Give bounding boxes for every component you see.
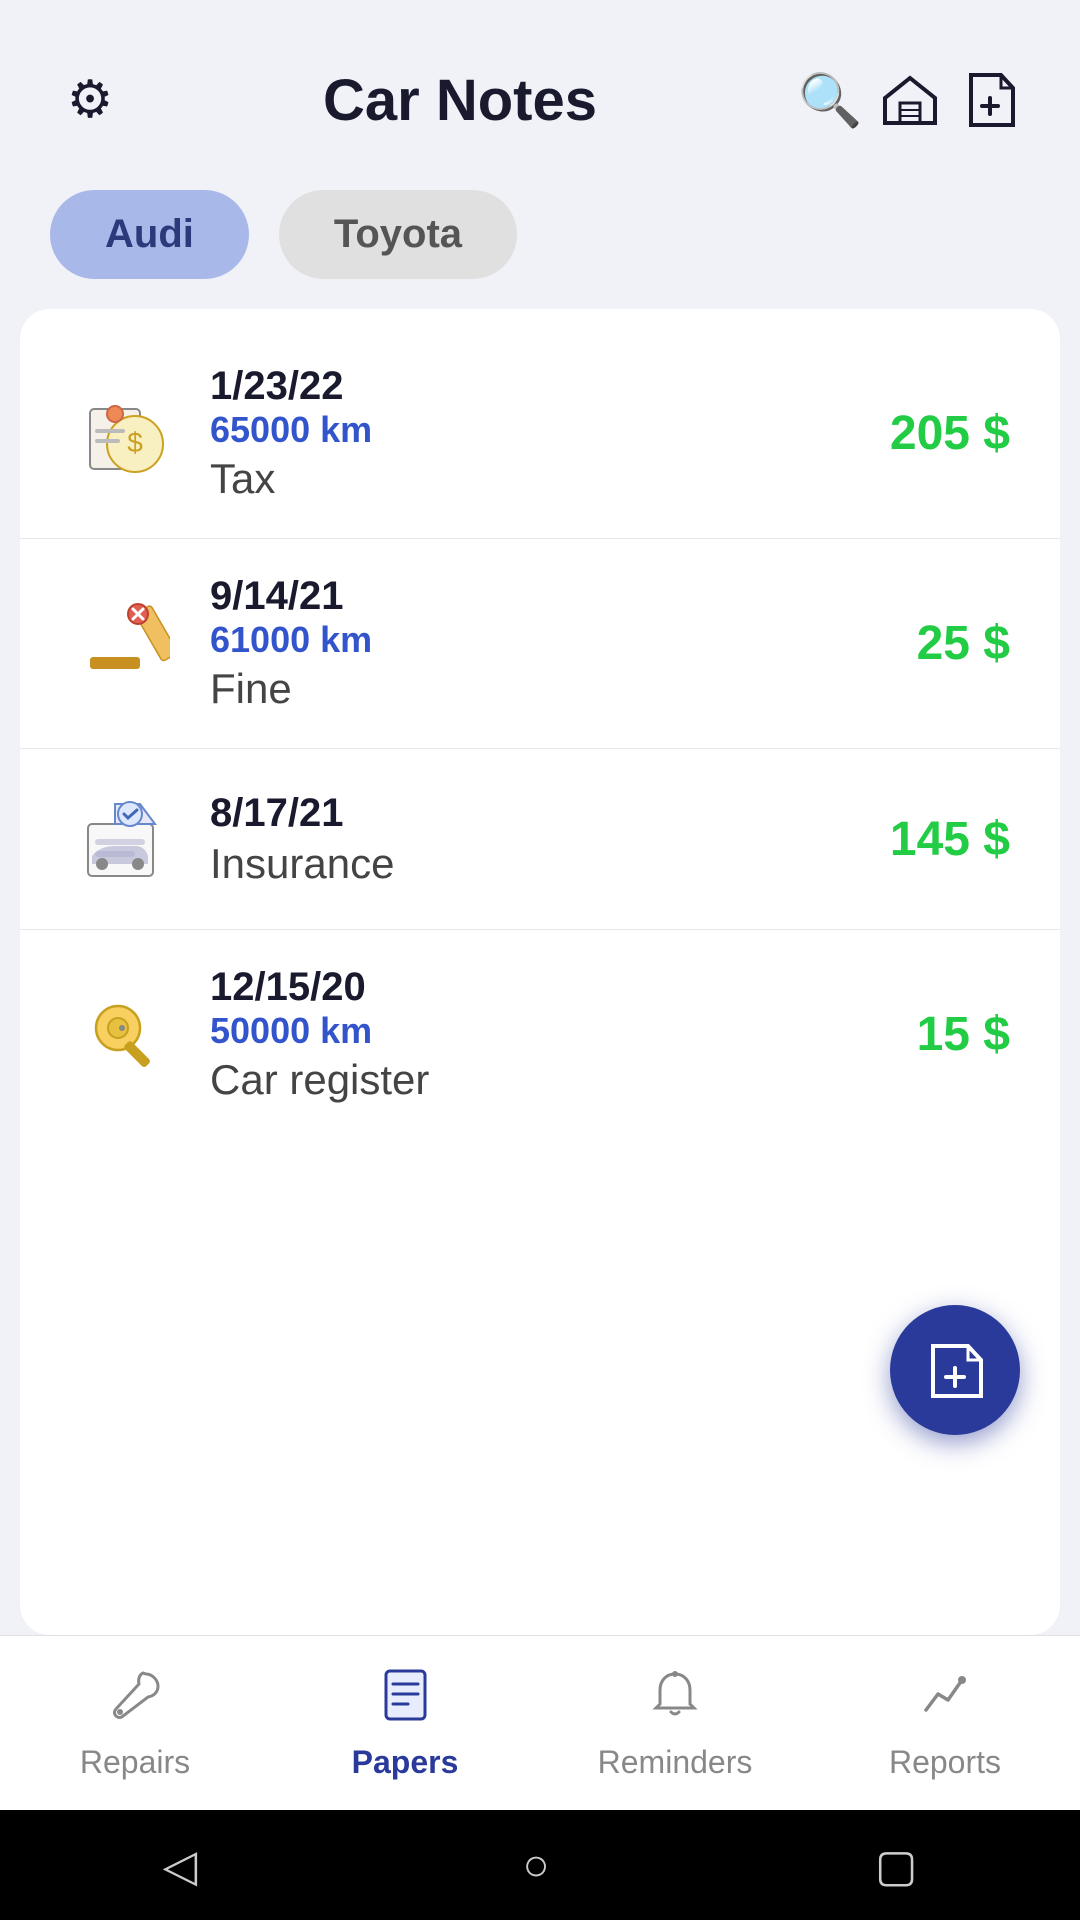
record-amount: 25 $ xyxy=(917,616,1010,671)
record-km: 61000 km xyxy=(210,619,887,661)
recent-button[interactable]: ▢ xyxy=(875,1839,918,1892)
nav-repairs[interactable]: Repairs xyxy=(0,1651,270,1796)
home-button[interactable]: ○ xyxy=(522,1839,549,1891)
record-info: 1/23/22 65000 km Tax xyxy=(180,364,890,503)
car-tabs: Audi Toyota xyxy=(0,170,1080,309)
main-area: $ 1/23/22 65000 km Tax 205 $ xyxy=(0,309,1080,1635)
record-info: 9/14/21 61000 km Fine xyxy=(180,574,917,713)
record-item[interactable]: $ 1/23/22 65000 km Tax 205 $ xyxy=(20,329,1060,539)
nav-repairs-label: Repairs xyxy=(80,1744,190,1781)
record-amount: 15 $ xyxy=(917,1007,1010,1062)
record-type: Tax xyxy=(210,455,860,503)
nav-reminders-label: Reminders xyxy=(598,1744,753,1781)
record-date: 9/14/21 xyxy=(210,574,887,619)
fine-icon xyxy=(70,589,180,699)
insurance-icon xyxy=(70,784,180,894)
record-amount: 205 $ xyxy=(890,406,1010,461)
car-register-icon xyxy=(70,980,180,1090)
back-button[interactable]: ◁ xyxy=(163,1839,198,1892)
papers-icon xyxy=(378,1666,433,1734)
record-amount: 145 $ xyxy=(890,812,1010,867)
nav-reminders[interactable]: Reminders xyxy=(540,1651,810,1796)
record-item[interactable]: 12/15/20 50000 km Car register 15 $ xyxy=(20,930,1060,1139)
bottom-navigation: Repairs Papers Reminders xyxy=(0,1635,1080,1810)
garage-icon[interactable] xyxy=(870,60,950,140)
wrench-icon xyxy=(108,1666,163,1734)
tab-audi[interactable]: Audi xyxy=(50,190,249,279)
header: ⚙ Car Notes 🔍 xyxy=(0,0,1080,170)
nav-papers-label: Papers xyxy=(352,1744,459,1781)
records-list: $ 1/23/22 65000 km Tax 205 $ xyxy=(20,309,1060,1635)
nav-papers[interactable]: Papers xyxy=(270,1651,540,1796)
record-info: 8/17/21 Insurance xyxy=(180,791,890,888)
record-item[interactable]: 9/14/21 61000 km Fine 25 $ xyxy=(20,539,1060,749)
tab-toyota[interactable]: Toyota xyxy=(279,190,517,279)
add-document-icon[interactable] xyxy=(950,60,1030,140)
app-title: Car Notes xyxy=(130,67,790,134)
record-item[interactable]: 8/17/21 Insurance 145 $ xyxy=(20,749,1060,930)
tax-icon: $ xyxy=(70,379,180,489)
record-km: 50000 km xyxy=(210,1010,887,1052)
bell-icon xyxy=(648,1666,703,1734)
nav-reports-label: Reports xyxy=(889,1744,1001,1781)
record-date: 8/17/21 xyxy=(210,791,860,836)
record-type: Fine xyxy=(210,665,887,713)
record-date: 1/23/22 xyxy=(210,364,860,409)
search-icon[interactable]: 🔍 xyxy=(790,60,870,140)
record-type: Car register xyxy=(210,1056,887,1104)
record-km: 65000 km xyxy=(210,409,860,451)
record-date: 12/15/20 xyxy=(210,965,887,1010)
settings-icon[interactable]: ⚙ xyxy=(50,60,130,140)
chart-icon xyxy=(918,1666,973,1734)
svg-text:$: $ xyxy=(127,427,143,458)
record-info: 12/15/20 50000 km Car register xyxy=(180,965,917,1104)
add-record-fab[interactable] xyxy=(890,1305,1020,1435)
record-type: Insurance xyxy=(210,840,860,888)
nav-reports[interactable]: Reports xyxy=(810,1651,1080,1796)
system-navigation: ◁ ○ ▢ xyxy=(0,1810,1080,1920)
